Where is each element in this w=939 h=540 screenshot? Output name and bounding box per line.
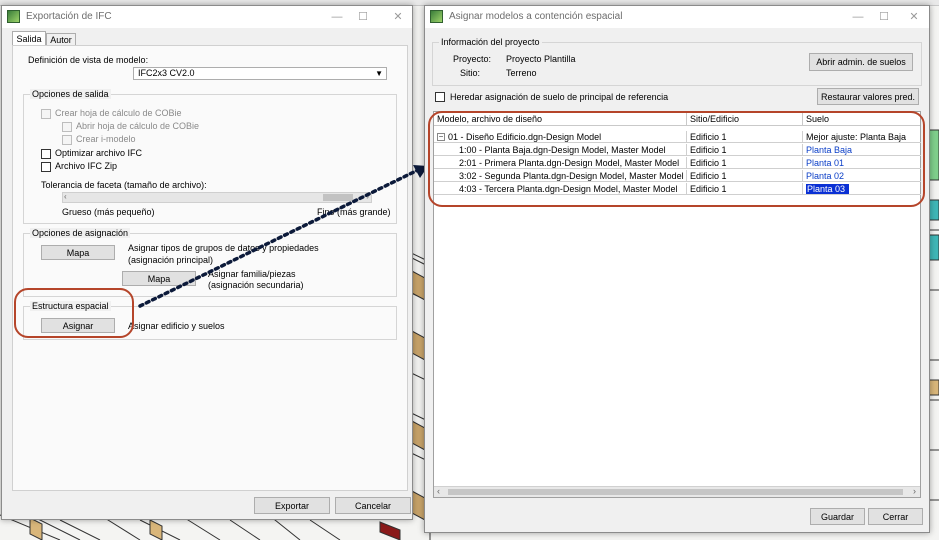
- project-info-label: Información del proyecto: [439, 37, 542, 47]
- restore-defaults-button[interactable]: Restaurar valores pred.: [817, 88, 919, 105]
- spatial-assign-title: Asignar modelos a contención espacial: [449, 11, 623, 22]
- row-floor[interactable]: Mejor ajuste: Planta Baja: [803, 131, 920, 143]
- scrollbar-thumb[interactable]: [448, 489, 903, 495]
- row-floor[interactable]: Planta 01: [803, 157, 920, 169]
- inherit-floor-label: Heredar asignación de suelo de principal…: [450, 92, 669, 102]
- column-header-floor[interactable]: Suelo: [803, 112, 920, 126]
- row-building[interactable]: Edificio 1: [687, 183, 803, 195]
- spatial-assign-dialog: Asignar modelos a contención espacial — …: [424, 5, 930, 533]
- row-model: 1:00 - Planta Baja.dgn-Design Model, Mas…: [456, 144, 687, 156]
- spatial-assign-titlebar: Asignar modelos a contención espacial — …: [425, 6, 929, 28]
- table-row[interactable]: 4:03 - Tercera Planta.dgn-Design Model, …: [434, 183, 921, 195]
- selected-floor[interactable]: Planta 03: [806, 184, 850, 194]
- row-building[interactable]: Edificio 1: [687, 144, 803, 156]
- app-icon: [430, 10, 443, 23]
- table-row[interactable]: 1:00 - Planta Baja.dgn-Design Model, Mas…: [434, 144, 921, 156]
- inherit-floor-checkbox[interactable]: [435, 92, 445, 102]
- scroll-right-icon[interactable]: ›: [913, 486, 916, 496]
- column-header-building[interactable]: Sitio/Edificio: [687, 112, 803, 126]
- maximize-icon[interactable]: ☐: [871, 8, 897, 26]
- row-floor[interactable]: Planta Baja: [803, 144, 920, 156]
- row-building[interactable]: Edificio 1: [687, 170, 803, 182]
- row-building[interactable]: Edificio 1: [687, 131, 803, 143]
- close-icon[interactable]: ✕: [901, 8, 927, 26]
- model-assignment-table: Modelo, archivo de diseño Sitio/Edificio…: [433, 111, 921, 498]
- table-row[interactable]: 3:02 - Segunda Planta.dgn-Design Model, …: [434, 170, 921, 182]
- project-value: Proyecto Plantilla: [506, 54, 576, 64]
- site-label: Sitio:: [460, 68, 481, 78]
- row-floor[interactable]: Planta 02: [803, 170, 920, 182]
- project-info-group: Información del proyecto Proyecto: Proye…: [432, 37, 922, 86]
- project-label: Proyecto:: [453, 54, 492, 64]
- scroll-left-icon[interactable]: ‹: [437, 486, 440, 496]
- row-floor[interactable]: Planta 03: [803, 183, 920, 195]
- close-button[interactable]: Cerrar: [868, 508, 923, 525]
- site-value: Terreno: [506, 68, 537, 78]
- row-building[interactable]: Edificio 1: [687, 157, 803, 169]
- collapse-icon[interactable]: −: [437, 133, 445, 141]
- row-model: 3:02 - Segunda Planta.dgn-Design Model, …: [456, 170, 687, 182]
- row-model: 01 - Diseño Edificio.dgn-Design Model: [445, 131, 687, 143]
- row-model: 4:03 - Tercera Planta.dgn-Design Model, …: [456, 183, 687, 195]
- column-header-model[interactable]: Modelo, archivo de diseño: [434, 112, 687, 126]
- floor-admin-button[interactable]: Abrir admin. de suelos: [809, 53, 913, 71]
- table-row[interactable]: 2:01 - Primera Planta.dgn-Design Model, …: [434, 157, 921, 169]
- minimize-icon[interactable]: —: [845, 8, 871, 26]
- table-row[interactable]: − 01 - Diseño Edificio.dgn-Design Model …: [434, 131, 921, 143]
- table-horizontal-scrollbar[interactable]: ‹ ›: [434, 486, 920, 497]
- save-button[interactable]: Guardar: [810, 508, 865, 525]
- row-model: 2:01 - Primera Planta.dgn-Design Model, …: [456, 157, 687, 169]
